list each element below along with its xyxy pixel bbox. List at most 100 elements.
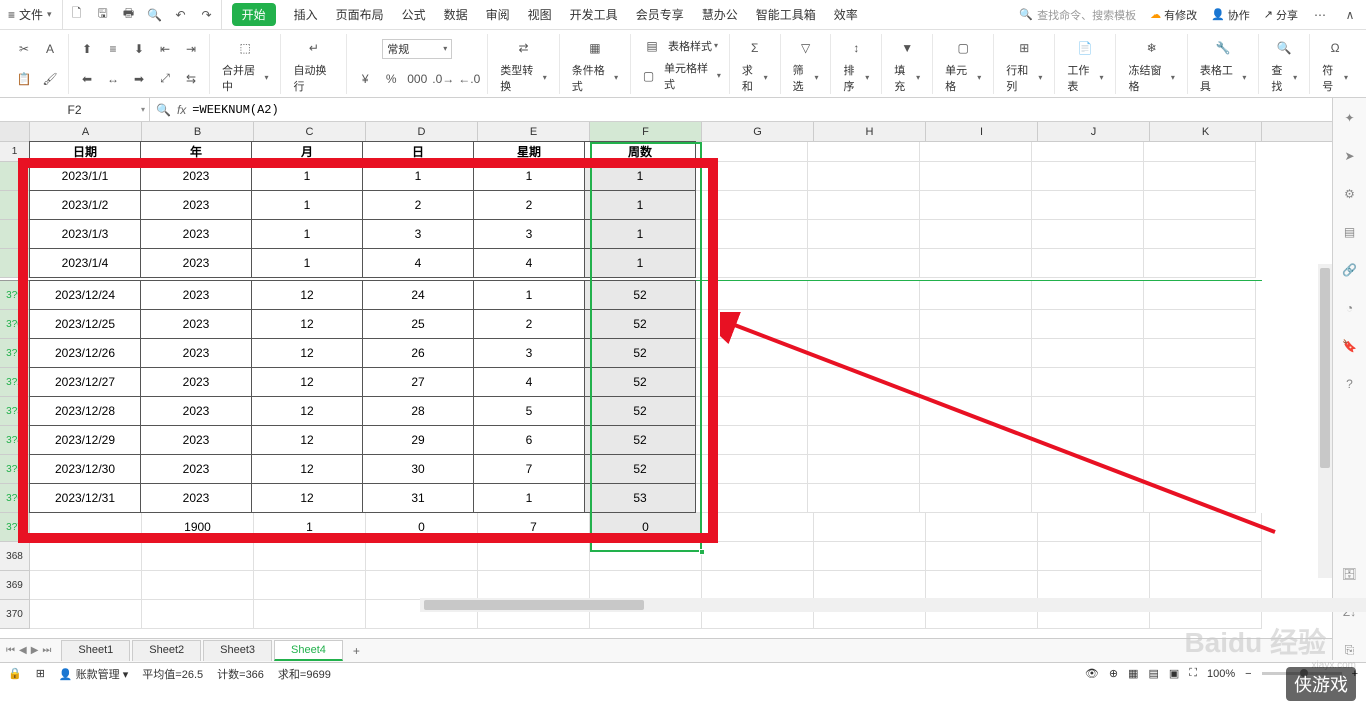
cell[interactable]: [30, 571, 142, 600]
cell[interactable]: 2023: [140, 190, 252, 220]
cell[interactable]: 7: [473, 454, 585, 484]
sort-button[interactable]: ↕排序▾: [839, 34, 873, 96]
file-menu[interactable]: ≡ 文件 ▾: [8, 6, 52, 23]
cell[interactable]: [920, 249, 1032, 278]
copy-icon[interactable]: 📋: [14, 69, 34, 89]
sheet-nav-prev[interactable]: ◀: [19, 645, 27, 656]
cells-area[interactable]: 日期年月日星期周数2023/1/1202311112023/1/22023122…: [30, 142, 1262, 629]
horizontal-scrollbar[interactable]: [420, 598, 1366, 612]
align-bot-icon[interactable]: ⬇: [129, 39, 149, 59]
redo-icon[interactable]: ↷: [199, 7, 215, 23]
cell[interactable]: [702, 571, 814, 600]
cell[interactable]: [590, 571, 702, 600]
cell[interactable]: 2023/12/29: [29, 425, 141, 455]
cell[interactable]: [142, 600, 254, 629]
cell-button[interactable]: ▢单元格▾: [941, 34, 985, 96]
cell[interactable]: 2023: [140, 219, 252, 249]
cell[interactable]: 1: [251, 219, 363, 249]
row-header[interactable]: 3?3: [0, 397, 30, 426]
cell[interactable]: 12: [251, 454, 363, 484]
fullscreen-icon[interactable]: ⛶: [1189, 667, 1197, 680]
cell[interactable]: [1144, 426, 1256, 455]
cell[interactable]: 12: [251, 483, 363, 513]
cell[interactable]: [696, 397, 808, 426]
cell[interactable]: [926, 513, 1038, 542]
cell[interactable]: [1032, 191, 1144, 220]
cell[interactable]: 2023: [140, 280, 252, 310]
vertical-scrollbar[interactable]: [1318, 264, 1332, 578]
fill-handle[interactable]: [699, 549, 705, 555]
cell[interactable]: [696, 368, 808, 397]
cell[interactable]: 12: [251, 367, 363, 397]
cell[interactable]: [142, 571, 254, 600]
font-icon[interactable]: A: [40, 39, 60, 59]
cell[interactable]: [1144, 339, 1256, 368]
rowcol-button[interactable]: ⊞行和列▾: [1002, 34, 1046, 96]
col-header-F[interactable]: F: [590, 122, 702, 141]
cell[interactable]: 5: [473, 396, 585, 426]
cell[interactable]: 2023/12/31: [29, 483, 141, 513]
cell[interactable]: [808, 162, 920, 191]
merge-button[interactable]: ⬚ 合并居中▾: [218, 34, 272, 96]
cell[interactable]: [926, 542, 1038, 571]
col-header-H[interactable]: H: [814, 122, 926, 141]
menu-tab-9[interactable]: 慧办公: [702, 6, 738, 23]
cell[interactable]: [1150, 571, 1262, 600]
cell[interactable]: 0: [590, 513, 702, 542]
cell[interactable]: 28: [362, 396, 474, 426]
cell[interactable]: [1144, 397, 1256, 426]
cell[interactable]: [920, 484, 1032, 513]
cell[interactable]: 4: [473, 248, 585, 278]
cell[interactable]: [1032, 484, 1144, 513]
cell[interactable]: [478, 571, 590, 600]
indent-inc-icon[interactable]: ⇥: [181, 39, 201, 59]
cell[interactable]: 52: [584, 309, 696, 339]
cell[interactable]: 2023/1/1: [29, 161, 141, 191]
cell[interactable]: 1: [584, 219, 696, 249]
cell[interactable]: 26: [362, 338, 474, 368]
spreadsheet-grid[interactable]: ABCDEFGHIJK 13?93?03?13?23?33?43?53?63?7…: [0, 122, 1366, 638]
cell[interactable]: [254, 542, 366, 571]
preview-icon[interactable]: 🔍: [147, 7, 163, 23]
row-header[interactable]: 3?6: [0, 484, 30, 513]
view-break-icon[interactable]: ▣: [1169, 667, 1179, 680]
cell[interactable]: 日期: [29, 141, 141, 162]
cell[interactable]: [920, 220, 1032, 249]
cell[interactable]: [1038, 542, 1150, 571]
cell[interactable]: [1032, 339, 1144, 368]
cell[interactable]: 12: [251, 338, 363, 368]
zoom-value[interactable]: 100%: [1207, 668, 1235, 680]
dec-inc-icon[interactable]: .0→: [433, 69, 453, 89]
cell[interactable]: [920, 426, 1032, 455]
cell[interactable]: [1144, 220, 1256, 249]
sheet-nav-first[interactable]: ⏮: [6, 645, 15, 656]
formula-input[interactable]: [192, 103, 1326, 117]
cell[interactable]: [30, 513, 142, 542]
col-header-C[interactable]: C: [254, 122, 366, 141]
row-header[interactable]: 3?4: [0, 426, 30, 455]
cancel-icon[interactable]: 🔍: [156, 103, 171, 117]
row-header[interactable]: 370: [0, 600, 30, 629]
account-mgmt[interactable]: 👤 账款管理 ▾: [59, 666, 128, 682]
cell[interactable]: 2023: [140, 248, 252, 278]
fill-button[interactable]: ▼填充▾: [890, 34, 924, 96]
cell[interactable]: [1144, 281, 1256, 310]
cell[interactable]: 2023: [140, 367, 252, 397]
menu-tab-0[interactable]: 开始: [232, 3, 276, 26]
cell[interactable]: 2023: [140, 338, 252, 368]
menu-tab-1[interactable]: 插入: [294, 6, 318, 23]
align-right-icon[interactable]: ➡: [129, 69, 149, 89]
cell[interactable]: 2023/12/30: [29, 454, 141, 484]
zoom-in[interactable]: +: [1352, 668, 1358, 680]
cell[interactable]: [1150, 513, 1262, 542]
cell[interactable]: [808, 220, 920, 249]
cell[interactable]: [1144, 142, 1256, 162]
cell[interactable]: [1032, 455, 1144, 484]
cell[interactable]: 2023: [140, 396, 252, 426]
cell[interactable]: [920, 368, 1032, 397]
cell[interactable]: [1144, 162, 1256, 191]
eye-icon[interactable]: 👁: [1085, 667, 1099, 680]
cell[interactable]: 2023/12/26: [29, 338, 141, 368]
cell[interactable]: 1: [251, 161, 363, 191]
col-header-B[interactable]: B: [142, 122, 254, 141]
